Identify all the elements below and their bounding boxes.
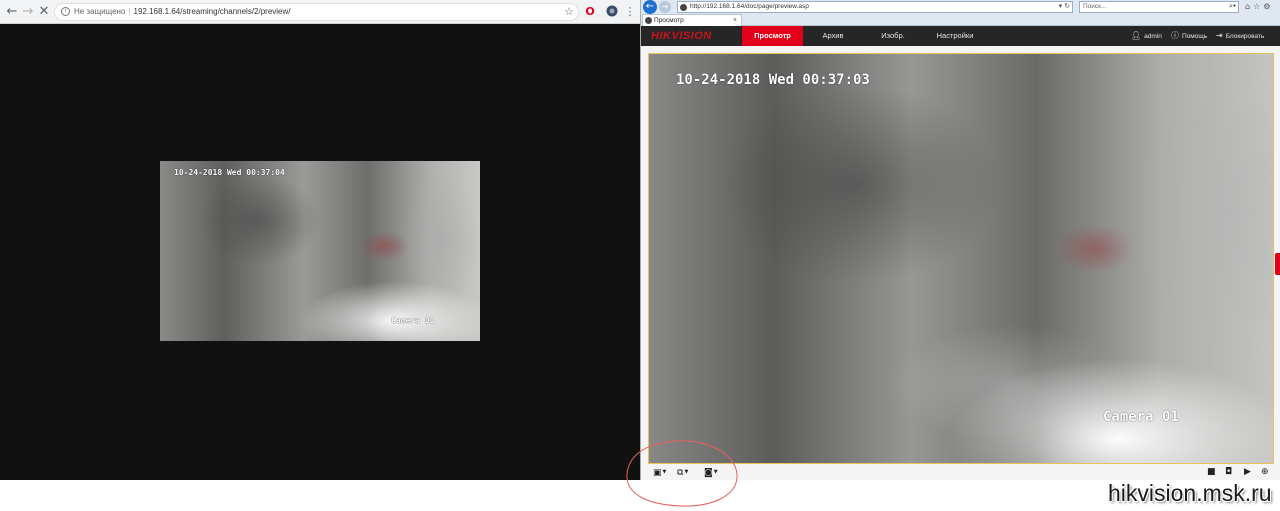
- page-favicon-icon: [680, 4, 687, 11]
- video-camera-icon: ▶: [1244, 467, 1251, 477]
- ie-window: ← → http://192.168.1.64/doc/page/preview…: [640, 0, 1280, 480]
- home-star-gear-icons[interactable]: ⌂☆⚙: [1245, 1, 1273, 13]
- opera-icon[interactable]: O: [583, 5, 597, 19]
- help-link[interactable]: ⓘ Помощь: [1171, 26, 1207, 46]
- menu-icon[interactable]: ⋮: [623, 5, 637, 19]
- user-menu[interactable]: 👤︎ admin: [1131, 26, 1162, 46]
- security-label: Не защищено: [74, 7, 126, 16]
- video-timestamp: 10-24-2018 Wed 00:37:04: [174, 168, 285, 177]
- arrow-right-icon[interactable]: →: [20, 4, 36, 20]
- lock-label: Блокировать: [1225, 33, 1265, 40]
- search-icon[interactable]: ⌕▾: [1229, 2, 1236, 12]
- video-timestamp: 10-24-2018 Wed 00:37:03: [676, 72, 870, 88]
- arrow-right-icon[interactable]: →: [659, 1, 671, 13]
- side-panel-toggle[interactable]: [1275, 253, 1280, 275]
- chrome-toolbar: ← → ✕ i Не защищено | 192.168.1.64/streamin…: [0, 0, 640, 24]
- chrome-url-text: 192.168.1.64/streaming/channels/2/previe…: [133, 7, 291, 16]
- ie-search-placeholder: Поиск...: [1083, 3, 1107, 10]
- ie-tab-preview[interactable]: Просмотр ×: [642, 14, 742, 26]
- ie-tab-strip: Просмотр ×: [641, 14, 1280, 26]
- chrome-address-bar[interactable]: i Не защищено | 192.168.1.64/streaming/chan…: [54, 3, 579, 21]
- close-icon[interactable]: ✕: [36, 4, 52, 20]
- tab-playback[interactable]: Архив: [811, 26, 855, 46]
- close-icon[interactable]: ×: [733, 15, 737, 26]
- user-icon: 👤︎: [1131, 31, 1142, 40]
- tab-favicon-icon: [645, 17, 652, 24]
- ie-toolbar: ← → http://192.168.1.64/doc/page/preview…: [641, 0, 1280, 14]
- extension-icon[interactable]: [605, 5, 619, 19]
- arrow-left-icon[interactable]: ←: [4, 4, 20, 20]
- logout-icon: ⇥: [1216, 31, 1223, 40]
- hikvision-logo: HIKVISION: [651, 30, 712, 42]
- help-icon: ⓘ: [1171, 31, 1179, 40]
- info-icon[interactable]: i: [61, 7, 70, 17]
- lock-link[interactable]: ⇥ Блокировать: [1216, 26, 1264, 46]
- video-camera-name: Camera 01: [391, 316, 435, 325]
- refresh-icon[interactable]: ▾ ↻: [1059, 2, 1070, 12]
- arrow-left-icon[interactable]: ←: [643, 0, 657, 14]
- camera-icon: ◘: [1225, 467, 1233, 477]
- video-camera-name: Camera 01: [1103, 409, 1179, 425]
- user-name: admin: [1144, 33, 1162, 40]
- annotation-circle: [626, 440, 738, 507]
- help-label: Помощь: [1182, 33, 1208, 40]
- star-icon[interactable]: ☆: [562, 5, 576, 19]
- tab-picture[interactable]: Изобр.: [871, 26, 915, 46]
- ie-search-input[interactable]: Поиск... ⌕▾: [1079, 1, 1239, 13]
- video-preview-large[interactable]: 10-24-2018 Wed 00:37:03 Camera 01: [648, 53, 1274, 464]
- hikvision-header: HIKVISION Просмотр Архив Изобр. Настройк…: [641, 26, 1280, 46]
- ie-tab-title: Просмотр: [654, 17, 684, 24]
- video-preview-small: 10-24-2018 Wed 00:37:04 Camera 01: [160, 161, 480, 341]
- ie-address-bar[interactable]: http://192.168.1.64/doc/page/preview.asp…: [677, 1, 1073, 13]
- tab-live-view[interactable]: Просмотр: [742, 26, 803, 46]
- stop-icon: ■: [1207, 467, 1216, 477]
- watermark-text: hikvision.msk.ru: [1108, 480, 1272, 506]
- tab-settings[interactable]: Настройки: [929, 26, 981, 46]
- chrome-window: ← → ✕ i Не защищено | 192.168.1.64/streamin…: [0, 0, 640, 480]
- ie-url-text: http://192.168.1.64/doc/page/preview.asp: [690, 3, 809, 10]
- zoom-icon: ⊕: [1261, 467, 1269, 477]
